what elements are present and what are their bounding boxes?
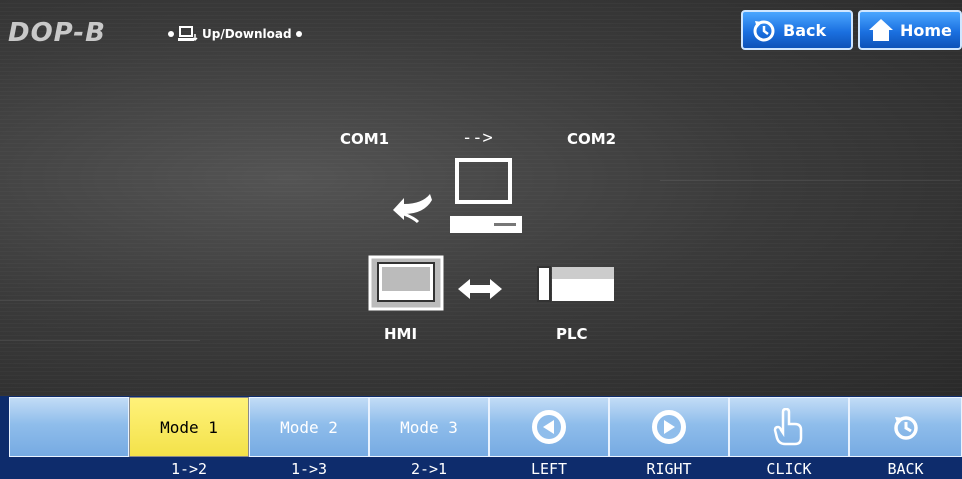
main-panel: DOP-B Up/Download Back Home COM1 --> COM… xyxy=(0,0,962,396)
back-icon xyxy=(753,20,775,42)
dop-logo: DOP-B xyxy=(8,18,106,48)
breadcrumb: Up/Download xyxy=(168,26,302,42)
bullet-icon xyxy=(295,31,302,37)
com2-label: COM2 xyxy=(567,130,617,148)
click-button[interactable] xyxy=(729,397,849,457)
mode-1-sublabel: 1->2 xyxy=(129,457,249,479)
decoration-line xyxy=(0,300,260,301)
computer-icon xyxy=(178,26,198,42)
right-arrow-icon xyxy=(652,410,686,444)
mode-2-button[interactable]: Mode 2 xyxy=(249,397,369,457)
breadcrumb-label: Up/Download xyxy=(202,27,292,41)
click-sublabel: CLICK xyxy=(729,457,849,479)
home-button-label: Home xyxy=(900,20,952,40)
hmi-plc-diagram xyxy=(368,255,614,311)
mode-3-sublabel: 2->1 xyxy=(369,457,489,479)
bidirectional-arrow-icon xyxy=(458,279,502,299)
blank-function-key[interactable] xyxy=(9,397,129,457)
mode-2-sublabel: 1->3 xyxy=(249,457,369,479)
com1-label: COM1 xyxy=(340,130,390,148)
decoration-line xyxy=(660,180,960,181)
back-button-label: Back xyxy=(783,20,827,40)
plc-icon xyxy=(537,266,614,302)
mode-1-button[interactable]: Mode 1 xyxy=(129,397,249,457)
pc-icon xyxy=(450,158,522,233)
back-sublabel: BACK xyxy=(849,457,962,479)
home-icon xyxy=(869,19,893,41)
plc-label: PLC xyxy=(556,325,588,343)
back-icon xyxy=(893,416,918,440)
left-button[interactable] xyxy=(489,397,609,457)
direction-arrow-text: --> xyxy=(462,128,493,148)
home-button[interactable]: Home xyxy=(858,10,962,50)
hmi-label: HMI xyxy=(384,325,418,343)
back-button[interactable]: Back xyxy=(741,10,853,50)
hmi-screen: DOP-B Up/Download Back Home COM1 --> COM… xyxy=(0,0,962,479)
curved-arrow-icon xyxy=(393,194,432,224)
left-sublabel: LEFT xyxy=(489,457,609,479)
bullet-icon xyxy=(168,31,174,37)
pc-diagram xyxy=(393,158,522,233)
right-sublabel: RIGHT xyxy=(609,457,729,479)
left-arrow-icon xyxy=(532,410,566,444)
back-function-key[interactable] xyxy=(849,397,962,457)
hand-pointer-icon xyxy=(773,408,803,446)
hmi-icon xyxy=(368,255,444,311)
right-button[interactable] xyxy=(609,397,729,457)
decoration-line xyxy=(0,340,200,341)
mode-3-button[interactable]: Mode 3 xyxy=(369,397,489,457)
